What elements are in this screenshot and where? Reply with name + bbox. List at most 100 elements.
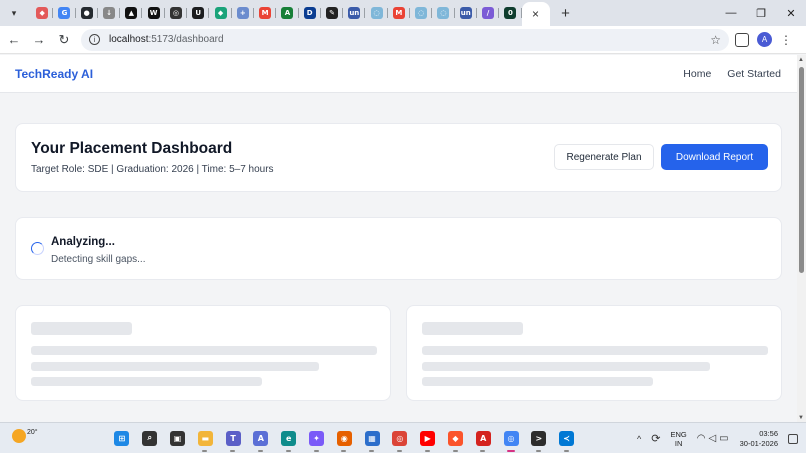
taskbar-app[interactable]: ◉ xyxy=(330,427,358,452)
scroll-up-icon[interactable]: ▲ xyxy=(798,57,804,63)
taskbar-app[interactable]: ▬ xyxy=(191,427,219,452)
page-scrollbar[interactable]: ▲ ▼ xyxy=(797,55,806,422)
close-window-button[interactable]: ✕ xyxy=(776,0,806,26)
brand-logo[interactable]: TechReady AI xyxy=(15,67,93,81)
sync-icon[interactable]: ⟳ xyxy=(651,432,660,445)
taskbar-app[interactable]: T xyxy=(219,427,247,452)
browser-tab[interactable]: D xyxy=(299,2,321,24)
taskbar-app[interactable]: ⌕ xyxy=(136,427,164,449)
browser-menu-icon[interactable]: ⋮ xyxy=(780,33,792,47)
scrollbar-thumb[interactable] xyxy=(799,67,804,273)
download-report-button[interactable]: Download Report xyxy=(661,144,768,170)
browser-tab[interactable]: ▲ xyxy=(120,2,143,24)
browser-tab[interactable]: un xyxy=(343,2,366,24)
taskbar-app[interactable]: ≺ xyxy=(553,427,581,452)
forward-button[interactable]: → xyxy=(28,29,50,51)
active-tab[interactable]: × xyxy=(521,2,550,26)
taskbar-app[interactable]: ◎ xyxy=(386,427,414,452)
d-icon: D xyxy=(303,7,316,19)
notification-icon[interactable] xyxy=(788,433,798,444)
running-indicator xyxy=(285,450,291,452)
site-info-icon[interactable]: i xyxy=(89,34,100,45)
weather-widget[interactable]: 20° xyxy=(12,429,38,443)
taskbar-app[interactable]: ⊞ xyxy=(108,427,136,449)
bookmark-star-icon[interactable]: ☆ xyxy=(710,33,721,47)
clock[interactable]: 03:56 30-01-2026 xyxy=(740,429,778,449)
taskbar-app[interactable]: e xyxy=(275,427,303,452)
taskbar-app[interactable]: A xyxy=(247,427,275,452)
minimize-button[interactable]: — xyxy=(716,0,746,26)
running-indicator xyxy=(230,450,236,452)
unstop-icon: un xyxy=(459,7,472,19)
reload-button[interactable]: ↻ xyxy=(53,29,75,51)
running-indicator xyxy=(341,450,347,452)
skeleton-line xyxy=(31,377,262,386)
browser-tab[interactable]: + xyxy=(232,2,254,24)
openai-icon: ◎ xyxy=(169,7,182,19)
pen-icon: ✎ xyxy=(326,7,338,19)
back-button[interactable]: ← xyxy=(3,29,25,51)
vscode-icon: ≺ xyxy=(559,430,575,446)
browser-tab[interactable]: M xyxy=(254,2,277,24)
profile-avatar[interactable]: A xyxy=(757,32,772,47)
chrome-profile-icon: ◎ xyxy=(503,430,519,446)
browser-tab[interactable]: G xyxy=(53,2,76,24)
globe-icon: ◌ xyxy=(370,7,383,19)
running-indicator xyxy=(507,450,516,452)
skeleton-line xyxy=(422,377,653,386)
terminal-icon: > xyxy=(531,430,547,446)
page-subtitle: Target Role: SDE | Graduation: 2026 | Ti… xyxy=(31,164,274,175)
nav-link-home[interactable]: Home xyxy=(683,68,711,80)
window-controls: — ❐ ✕ xyxy=(716,0,806,26)
browser-tab[interactable]: ● xyxy=(76,2,98,24)
language-indicator[interactable]: ENG IN xyxy=(670,430,686,448)
taskbar-app[interactable]: ▣ xyxy=(164,427,192,449)
regenerate-plan-button[interactable]: Regenerate Plan xyxy=(554,144,654,170)
browser-tab[interactable]: ◎ xyxy=(165,2,188,24)
extensions-icon[interactable] xyxy=(735,32,749,47)
system-tray: ^ ⟳ ENG IN ◠◁▭ 03:56 30-01-2026 xyxy=(637,423,806,453)
close-tab-icon[interactable]: × xyxy=(532,7,539,21)
browser-tab[interactable]: W xyxy=(142,2,165,24)
restore-button[interactable]: ❐ xyxy=(746,0,776,26)
gmail-icon: M xyxy=(259,7,272,19)
clock-date: 30-01-2026 xyxy=(739,438,778,448)
browser-tab[interactable]: ↓ xyxy=(98,2,121,24)
url-text[interactable]: localhost:5173/dashboard xyxy=(109,34,224,45)
browser-tab[interactable]: ◆ xyxy=(31,2,54,24)
wifi-volume-battery-icons[interactable]: ◠◁▭ xyxy=(697,433,732,444)
browser-tab[interactable]: U xyxy=(187,2,210,24)
browser-tab[interactable]: A xyxy=(276,2,299,24)
skeleton-card-right xyxy=(406,305,782,401)
new-tab-button[interactable]: + xyxy=(556,3,576,23)
browser-tab[interactable]: M xyxy=(388,2,411,24)
taskbar-app[interactable]: ✦ xyxy=(303,427,331,452)
google-icon: G xyxy=(58,7,71,19)
taskbar-app[interactable]: ▶ xyxy=(414,427,442,452)
browser-tab[interactable]: ◆ xyxy=(209,2,232,24)
browser-tab[interactable]: 0 xyxy=(499,2,522,24)
browser-tab[interactable]: ◌ xyxy=(365,2,388,24)
scroll-down-icon[interactable]: ▼ xyxy=(798,415,804,421)
dot-icon: 0 xyxy=(504,7,517,19)
taskbar-app[interactable]: ▦ xyxy=(358,427,386,452)
windows-start-icon: ⊞ xyxy=(114,430,130,446)
unstop-icon: un xyxy=(348,7,361,19)
browser-tab[interactable]: un xyxy=(455,2,477,24)
browser-tab[interactable]: ◌ xyxy=(410,2,433,24)
taskbar-app[interactable]: ◎ xyxy=(497,427,525,452)
address-bar[interactable]: i localhost:5173/dashboard ☆ xyxy=(81,28,729,51)
taskbar-app[interactable]: A xyxy=(469,427,497,452)
tab-search-menu[interactable]: ▾ xyxy=(5,4,23,22)
task-view-icon: ▣ xyxy=(169,430,185,446)
status-title: Analyzing... xyxy=(51,236,115,248)
skeleton-line xyxy=(422,346,768,355)
nav-link-get-started[interactable]: Get Started xyxy=(727,68,781,80)
app-navbar: TechReady AI Home Get Started xyxy=(0,55,797,93)
taskbar-app[interactable]: ◆ xyxy=(442,427,470,452)
taskbar-app[interactable]: > xyxy=(525,427,553,452)
browser-tab[interactable]: ✎ xyxy=(321,2,344,24)
browser-tab[interactable]: ◌ xyxy=(432,2,455,24)
browser-tab[interactable]: / xyxy=(477,2,500,24)
show-hidden-icons-icon[interactable]: ^ xyxy=(637,434,641,444)
